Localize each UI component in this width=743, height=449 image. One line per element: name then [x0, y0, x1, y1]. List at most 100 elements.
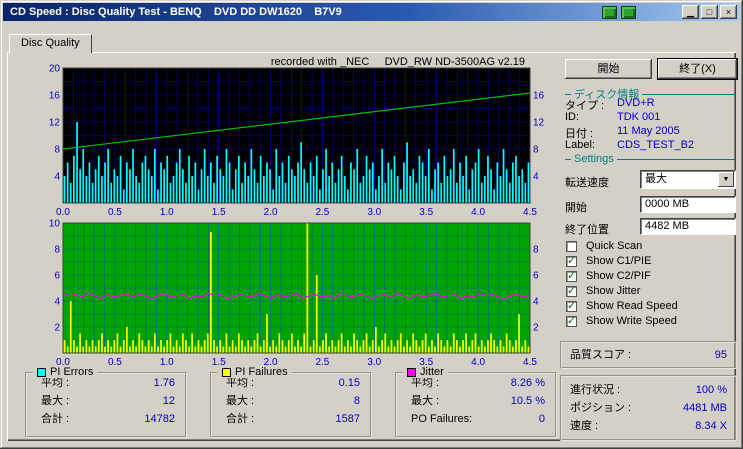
position-row: ポジション : 4481 MB	[562, 399, 735, 417]
svg-text:4: 4	[533, 297, 539, 308]
jitter-legend: Jitter	[403, 366, 448, 378]
speed-label: 速度 :	[570, 420, 599, 432]
pi-failures-chart: 0.0 0.5 1.0 1.5 2.0 2.5 3.0 3.5 4.0 4.51086428642	[49, 219, 539, 367]
svg-text:16: 16	[533, 91, 545, 102]
checkbox-show-write-speed[interactable]: Show Write Speed	[566, 314, 737, 329]
svg-text:6: 6	[533, 271, 539, 282]
checkbox-label: Show Jitter	[586, 285, 641, 297]
stat-value: 10.5 %	[510, 395, 545, 407]
quality-score-value: 95	[714, 349, 727, 361]
progress-label: 進行状況 :	[570, 384, 621, 396]
disc-id-value: TDK 001	[617, 111, 661, 123]
quick-scan-checkbox[interactable]	[566, 241, 577, 252]
stat-row: 合計 : 1587	[212, 410, 370, 428]
pi-errors-legend: PI Errors	[33, 366, 98, 378]
minimize-button[interactable]: ▁	[682, 5, 699, 19]
disc-type-value: DVD+R	[617, 97, 655, 109]
disc-id-label: ID:	[565, 111, 580, 123]
jitter-title: Jitter	[420, 366, 444, 378]
start-position-field[interactable]: 0000 MB	[640, 196, 736, 213]
stat-row: 最大 : 10.5 %	[397, 392, 555, 410]
progress-row: 進行状況 : 100 %	[562, 381, 735, 399]
stat-value: 1587	[335, 413, 360, 425]
svg-text:1.0: 1.0	[160, 207, 174, 217]
disc-quality-panel: recorded with _NEC DVD_RW ND-3500AG v2.1…	[7, 52, 737, 441]
svg-text:8: 8	[54, 245, 60, 256]
chevron-down-icon[interactable]: ▼	[718, 172, 734, 187]
maximize-button[interactable]: □	[701, 5, 718, 19]
svg-text:4.0: 4.0	[471, 207, 485, 217]
svg-text:0.0: 0.0	[56, 207, 70, 217]
position-value: 4481 MB	[682, 402, 727, 414]
jitter-swatch	[407, 367, 416, 377]
disc-date-value: 11 May 2005	[617, 125, 680, 137]
start-position-label: 開始	[565, 202, 587, 214]
titlebar-green-icon-2[interactable]	[621, 5, 636, 19]
svg-text:12: 12	[533, 118, 545, 129]
svg-text:4.0: 4.0	[471, 357, 485, 367]
stat-row: 最大 : 12	[27, 392, 185, 410]
end-position-label: 終了位置	[565, 224, 609, 236]
show-c2-pif-checkbox[interactable]	[566, 269, 577, 282]
sidebar: 開始 終了(X) ディスク情報 タイプ : DVD+R ID: TDK 001 …	[560, 52, 737, 441]
speed-row: 速度 : 8.34 X	[562, 417, 735, 435]
window-title: CD Speed : Disc Quality Test - BENQ DVD …	[10, 6, 342, 18]
settings-header: Settings	[565, 153, 735, 165]
svg-text:2.5: 2.5	[315, 207, 329, 217]
pi-errors-chart: 0.0 0.5 1.0 1.5 2.0 2.5 3.0 3.5 4.0 4.5 20 16 12 8 4 16…	[49, 64, 545, 217]
checkbox-show-c1-pie[interactable]: Show C1/PIE	[566, 254, 737, 269]
pi-failures-legend: PI Failures	[218, 366, 292, 378]
stat-label: 最大 :	[411, 395, 440, 407]
svg-text:3.0: 3.0	[367, 357, 381, 367]
svg-text:4: 4	[533, 172, 539, 183]
progress-value: 100 %	[695, 384, 727, 396]
show-jitter-checkbox[interactable]	[566, 284, 577, 297]
show-write-speed-checkbox[interactable]	[566, 314, 577, 327]
stat-row: 最大 : 8	[212, 392, 370, 410]
checkbox-label: Show C2/PIF	[586, 270, 651, 282]
stat-label: PO Failures:	[411, 413, 473, 425]
svg-text:0.5: 0.5	[108, 207, 122, 217]
quality-score-label: 品質スコア :	[570, 349, 632, 361]
titlebar-green-icon-1[interactable]	[602, 5, 617, 19]
position-label: ポジション :	[570, 402, 632, 414]
svg-text:0.5: 0.5	[108, 357, 122, 367]
disc-type-row: タイプ : DVD+R	[565, 97, 735, 112]
tab-label: Disc Quality	[21, 37, 80, 49]
tab-disc-quality[interactable]: Disc Quality	[9, 34, 92, 53]
svg-text:8: 8	[54, 145, 60, 156]
stat-value: 14782	[144, 413, 175, 425]
show-c1-pie-checkbox[interactable]	[566, 254, 577, 267]
svg-text:8: 8	[533, 145, 539, 156]
disc-id-row: ID: TDK 001	[565, 111, 735, 124]
stat-value: 12	[162, 395, 175, 407]
stat-value: 1.76	[153, 377, 175, 389]
titlebar[interactable]: CD Speed : Disc Quality Test - BENQ DVD …	[3, 3, 740, 21]
disc-label-value: CDS_TEST_B2	[617, 139, 695, 151]
speed-value: 8.34 X	[695, 420, 727, 432]
disc-label-row: Label: CDS_TEST_B2	[565, 139, 735, 152]
stat-value: 8	[353, 395, 360, 407]
svg-text:20: 20	[49, 64, 61, 75]
end-position-field[interactable]: 4482 MB	[640, 218, 736, 235]
pi-failures-stats-box: PI Failures 平均 :0.15 最大 :8 合計 :1587	[210, 366, 372, 438]
stat-label: 最大 :	[41, 395, 70, 407]
svg-text:16: 16	[49, 91, 61, 102]
show-read-speed-checkbox[interactable]	[566, 299, 577, 312]
svg-text:6: 6	[54, 271, 60, 282]
start-button[interactable]: 開始	[565, 59, 652, 79]
svg-text:2: 2	[54, 323, 60, 334]
checkbox-quick-scan[interactable]: Quick Scan	[566, 240, 737, 254]
checkbox-show-read-speed[interactable]: Show Read Speed	[566, 299, 737, 314]
checkbox-label: Show Read Speed	[586, 300, 678, 312]
close-button[interactable]: ×	[720, 5, 737, 19]
svg-text:2: 2	[533, 323, 539, 334]
checkbox-show-jitter[interactable]: Show Jitter	[566, 284, 737, 299]
pi-failures-swatch	[222, 367, 231, 377]
transfer-speed-dropdown[interactable]: 最大 ▼	[640, 170, 736, 189]
pi-failures-title: PI Failures	[235, 366, 288, 378]
svg-text:8: 8	[533, 245, 539, 256]
checkbox-show-c2-pif[interactable]: Show C2/PIF	[566, 269, 737, 284]
svg-text:2.5: 2.5	[315, 357, 329, 367]
exit-button[interactable]: 終了(X)	[658, 59, 737, 79]
